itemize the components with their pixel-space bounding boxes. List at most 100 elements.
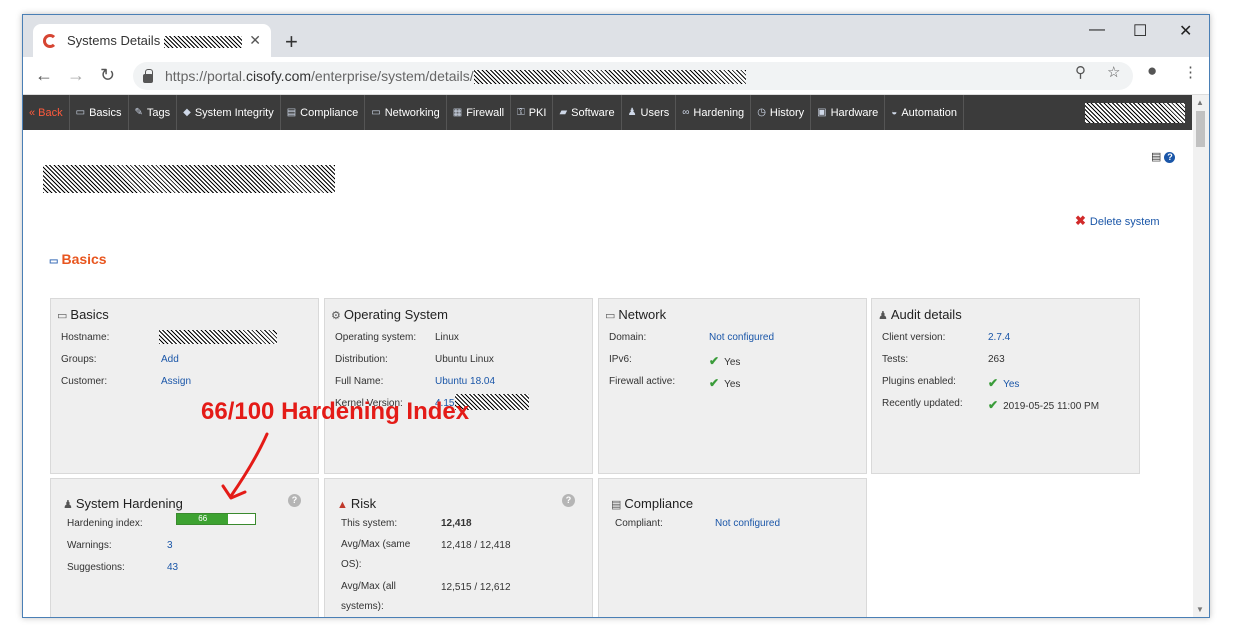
- networking-icon: ▭: [371, 107, 381, 118]
- card-title: ▤ Compliance: [611, 496, 694, 511]
- full-name-link[interactable]: Ubuntu 18.04: [435, 376, 495, 387]
- nav-item-users[interactable]: ♟ Users: [622, 95, 677, 130]
- users-icon: ♟: [627, 107, 637, 118]
- nav-item-history[interactable]: ◷ History: [751, 95, 812, 130]
- browser-tab[interactable]: Systems Details ✕: [33, 24, 271, 57]
- nav-item-compliance[interactable]: ▤ Compliance: [281, 95, 366, 130]
- row-label: Full Name:: [335, 376, 384, 387]
- nav-item-firewall[interactable]: ▦ Firewall: [447, 95, 512, 130]
- row-label: Tests:: [882, 354, 909, 365]
- basics-icon: ▭: [75, 107, 86, 118]
- hardening-icon: ∞: [682, 107, 690, 118]
- warnings-link[interactable]: 3: [167, 540, 173, 551]
- tab-title: Systems Details: [67, 33, 243, 48]
- nav-item-networking[interactable]: ▭ Networking: [365, 95, 447, 130]
- card-title: ▭ Network: [605, 307, 667, 322]
- nav-item-system-integrity[interactable]: ◆ System Integrity: [177, 95, 281, 130]
- browser-toolbar: ← → ↻ https://portal.cisofy.com/enterpri…: [23, 57, 1209, 95]
- domain-link[interactable]: Not configured: [709, 332, 774, 343]
- address-bar[interactable]: https://portal.cisofy.com/enterprise/sys…: [133, 62, 1133, 90]
- nav-item-software[interactable]: ▰ Software: [553, 95, 622, 130]
- help-icon[interactable]: ?: [1164, 152, 1176, 163]
- menu-kebab-icon[interactable]: ⋮: [1183, 63, 1198, 81]
- card-title: ♟ System Hardening: [63, 496, 183, 511]
- page-content: ▤ ? ✖ Delete system ▭ Basics ▭ Basics Hostn…: [23, 130, 1193, 617]
- browser-window: Systems Details ✕ + — ☐ ✕ ← → ↻ https://…: [22, 14, 1210, 618]
- card-title: ▭ Basics: [57, 307, 109, 322]
- tags-icon: ✎: [134, 107, 143, 118]
- help-question-icon[interactable]: ?: [562, 494, 575, 507]
- forward-arrow-icon[interactable]: →: [67, 65, 85, 86]
- print-icon[interactable]: ▤: [1151, 151, 1161, 163]
- nav-item-hardening[interactable]: ∞ Hardening: [676, 95, 752, 130]
- help-question-icon[interactable]: ?: [288, 494, 301, 507]
- row-label: Client version:: [882, 332, 946, 343]
- card-compliance: ▤ Compliance Compliant: Not configured: [598, 478, 867, 617]
- software-icon: ▰: [559, 107, 568, 118]
- nav-item-label: Tags: [146, 106, 171, 119]
- nav-item-label: Basics: [89, 106, 122, 119]
- row-label: Hostname:: [61, 332, 110, 343]
- annotation-text: 66/100 Hardening Index: [201, 398, 470, 425]
- row-value: ✔ 2019-05-25 11:00 PM: [988, 398, 1100, 412]
- reload-icon[interactable]: ↻: [100, 65, 115, 86]
- client-version-link[interactable]: 2.7.4: [988, 332, 1010, 343]
- row-label: Avg/Max (all systems):: [341, 581, 396, 612]
- risk-card-icon: ▲: [337, 499, 348, 511]
- system-integrity-icon: ◆: [183, 107, 191, 118]
- row-label: This system:: [341, 518, 398, 529]
- assign-customer-link[interactable]: Assign: [161, 376, 191, 387]
- zoom-icon[interactable]: ⚲: [1075, 63, 1086, 81]
- row-label: Distribution:: [335, 354, 388, 365]
- star-icon[interactable]: ☆: [1107, 63, 1120, 81]
- compliance-icon: ▤: [286, 107, 297, 118]
- card-risk: ▲ Risk ? This system: 12,418 Avg/Max (sam…: [324, 478, 593, 617]
- nav-item-label: System Integrity: [194, 106, 274, 119]
- back-arrow-icon[interactable]: ←: [35, 65, 53, 86]
- row-label: Groups:: [61, 354, 97, 365]
- add-group-link[interactable]: Add: [161, 354, 179, 365]
- profile-icon[interactable]: ●: [1147, 61, 1157, 81]
- nav-item-hardware[interactable]: ▣ Hardware: [811, 95, 886, 130]
- compliant-link[interactable]: Not configured: [715, 518, 780, 529]
- tab-close-icon[interactable]: ✕: [249, 32, 261, 49]
- scroll-up-icon[interactable]: ▲: [1196, 98, 1204, 107]
- card-audit-details: ♟ Audit details Client version: 2.7.4 Tes…: [871, 298, 1140, 474]
- row-label: IPv6:: [609, 354, 632, 365]
- row-label: Domain:: [609, 332, 647, 343]
- scroll-thumb[interactable]: [1196, 111, 1205, 147]
- nav-item-label: Networking: [384, 106, 440, 119]
- url-text: https://portal.cisofy.com/enterprise/sys…: [165, 68, 746, 85]
- nav-item-label: Automation: [901, 106, 957, 119]
- cisofy-favicon-icon: [43, 33, 57, 48]
- nav-item-basics[interactable]: ▭ Basics: [70, 95, 129, 130]
- row-value: Ubuntu Linux: [435, 354, 494, 365]
- page-scrollbar[interactable]: ▲ ▼: [1192, 95, 1209, 617]
- nav-item-tags[interactable]: ✎ Tags: [129, 95, 178, 130]
- row-value: ✔ Yes: [709, 354, 741, 368]
- row-label: Avg/Max (same OS):: [341, 539, 411, 570]
- compliance-card-icon: ▤: [611, 499, 622, 511]
- redacted-url: [473, 70, 746, 85]
- delete-system-link[interactable]: ✖ Delete system: [1075, 213, 1160, 229]
- new-tab-button[interactable]: +: [285, 29, 298, 55]
- card-operating-system: ⚙ Operating System Operating system: Linu…: [324, 298, 593, 474]
- nav-item-label: Hardening: [693, 106, 745, 119]
- annotation-arrow-icon: [221, 432, 269, 500]
- minimize-button[interactable]: —: [1089, 21, 1105, 39]
- close-window-button[interactable]: ✕: [1179, 21, 1192, 41]
- pki-icon: ⚿: [517, 107, 525, 118]
- suggestions-link[interactable]: 43: [167, 562, 178, 573]
- row-label: Warnings:: [67, 540, 112, 551]
- plugins-link[interactable]: ✔ Yes: [988, 376, 1019, 390]
- automation-icon: ◒: [891, 107, 898, 118]
- nav-item-label: History: [769, 106, 805, 119]
- nav-item-automation[interactable]: ◒ Automation: [885, 95, 964, 130]
- os-card-icon: ⚙: [331, 310, 341, 322]
- scroll-down-icon[interactable]: ▼: [1196, 605, 1204, 614]
- nav-item-pki[interactable]: ⚿ PKI: [511, 95, 554, 130]
- maximize-button[interactable]: ☐: [1133, 21, 1147, 41]
- redacted-text: [163, 35, 242, 48]
- nav-item-label: Software: [571, 106, 615, 119]
- nav-item-back[interactable]: « Back: [23, 95, 70, 130]
